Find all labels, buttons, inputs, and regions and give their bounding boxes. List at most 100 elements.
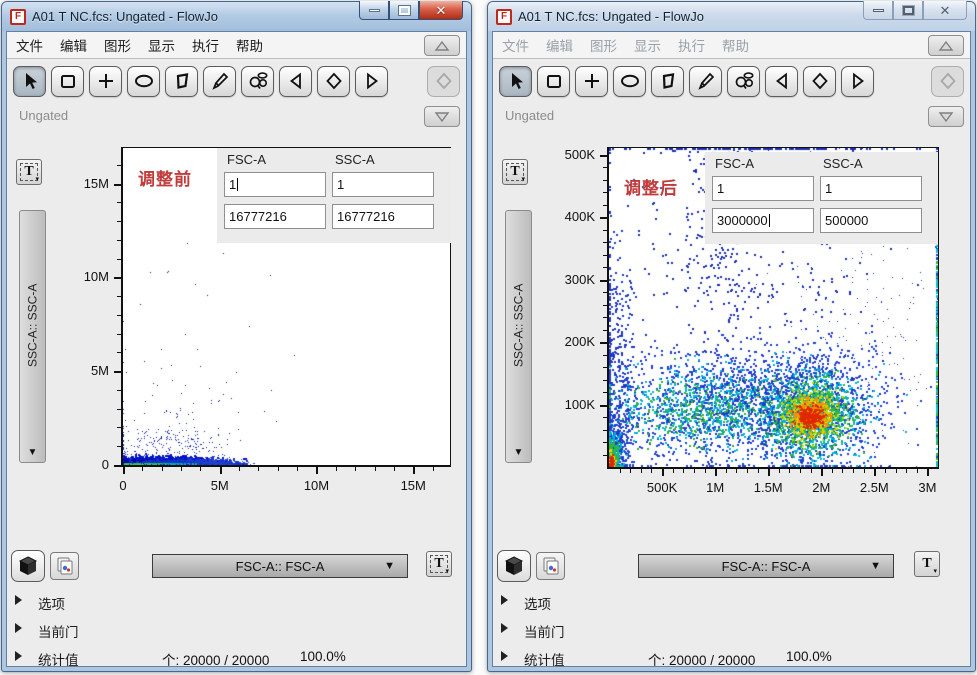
- next-plot-button[interactable]: [841, 66, 874, 97]
- disclosure-triangle-icon[interactable]: [15, 623, 22, 633]
- next-plot-button[interactable]: [355, 66, 388, 97]
- population-label: Ungated: [505, 108, 554, 123]
- range-col-header-ssc: SSC-A: [823, 156, 863, 171]
- x-axis-text-button[interactable]: T▾: [914, 551, 940, 577]
- x-axis-dropdown-arrow-icon: ▼: [870, 560, 881, 572]
- section-current-gate[interactable]: 当前门: [7, 620, 466, 640]
- event-percent: 100.0%: [300, 649, 346, 664]
- diamond-icon: [324, 71, 344, 91]
- plot-type-button[interactable]: [11, 550, 45, 582]
- pencil-gate-icon: [210, 71, 230, 91]
- rectangle-gate-button[interactable]: [537, 66, 570, 97]
- layout-editor-button[interactable]: [50, 552, 79, 580]
- menu-edit[interactable]: 编辑: [60, 35, 87, 55]
- select-cursor-button[interactable]: [13, 66, 46, 97]
- axis-range-table: FSC-A SSC-A 1 1 3000000 500000: [705, 152, 938, 244]
- layout-editor-button[interactable]: [536, 552, 565, 580]
- x-major-tick: [220, 467, 222, 474]
- range-input-fsc-max[interactable]: 3000000: [712, 208, 814, 233]
- y-minor-tick: [603, 355, 607, 356]
- disclosure-triangle-icon[interactable]: [501, 651, 508, 661]
- maximize-button[interactable]: [389, 1, 419, 20]
- x-axis-selector[interactable]: FSC-A:: FSC-A ▼: [638, 554, 894, 578]
- section-current-gate[interactable]: 当前门: [493, 620, 970, 640]
- pencil-gate-button[interactable]: [203, 66, 236, 97]
- y-axis-selector[interactable]: SSC-A:: SSC-A ▼: [505, 210, 532, 463]
- minimize-button[interactable]: [863, 1, 893, 20]
- menu-view[interactable]: 显示: [148, 35, 175, 55]
- section-options[interactable]: 选项: [493, 592, 970, 612]
- range-input-ssc-min[interactable]: 1: [820, 176, 922, 201]
- prev-plot-button[interactable]: [765, 66, 798, 97]
- prev-plot-button[interactable]: [279, 66, 312, 97]
- section-statistics[interactable]: 统计值 个: 20000 / 20000 100.0%: [493, 648, 970, 667]
- diamond-view-button[interactable]: [803, 66, 836, 97]
- menu-view[interactable]: 显示: [634, 35, 661, 55]
- x-axis-selector[interactable]: FSC-A:: FSC-A ▼: [152, 554, 408, 578]
- y-minor-tick: [117, 221, 121, 222]
- menu-edit[interactable]: 编辑: [546, 35, 573, 55]
- x-minor-tick: [142, 467, 143, 471]
- minimize-button[interactable]: [359, 1, 389, 20]
- collapse-up-button[interactable]: [928, 35, 964, 56]
- y-minor-tick: [603, 230, 607, 231]
- x-minor-tick: [832, 469, 833, 473]
- x-minor-tick: [694, 469, 695, 473]
- y-axis-text-button[interactable]: T▾: [16, 159, 42, 185]
- range-input-fsc-max[interactable]: 16777216: [224, 204, 326, 229]
- x-minor-tick: [278, 467, 279, 471]
- x-minor-tick: [620, 469, 621, 473]
- range-input-ssc-max[interactable]: 16777216: [332, 204, 434, 229]
- autogate-button[interactable]: [241, 66, 274, 97]
- menu-graph[interactable]: 图形: [104, 35, 131, 55]
- disclosure-triangle-icon[interactable]: [15, 595, 22, 605]
- y-minor-tick: [603, 455, 607, 456]
- menu-file[interactable]: 文件: [16, 35, 43, 55]
- x-minor-tick: [641, 469, 642, 473]
- range-input-ssc-min[interactable]: 1: [332, 172, 434, 197]
- quad-gate-button[interactable]: [575, 66, 608, 97]
- y-axis-selector[interactable]: SSC-A:: SSC-A ▼: [19, 210, 46, 463]
- range-input-fsc-min[interactable]: 1: [224, 172, 326, 197]
- menu-execute[interactable]: 执行: [678, 35, 705, 55]
- menu-execute[interactable]: 执行: [192, 35, 219, 55]
- menu-graph[interactable]: 图形: [590, 35, 617, 55]
- annotation-text: 调整后: [624, 174, 678, 199]
- range-input-ssc-max[interactable]: 500000: [820, 208, 922, 233]
- cube-icon: [17, 555, 39, 577]
- quad-gate-button[interactable]: [89, 66, 122, 97]
- diamond-view-button[interactable]: [317, 66, 350, 97]
- range-input-fsc-min[interactable]: 1: [712, 176, 814, 201]
- ellipse-gate-button[interactable]: [613, 66, 646, 97]
- collapse-up-button[interactable]: [424, 35, 460, 56]
- disclosure-triangle-icon[interactable]: [501, 623, 508, 633]
- pencil-gate-button[interactable]: [689, 66, 722, 97]
- maximize-button[interactable]: [893, 1, 923, 20]
- collapse-down-button[interactable]: [928, 106, 964, 127]
- x-major-tick: [413, 467, 415, 474]
- section-options[interactable]: 选项: [7, 592, 466, 612]
- autogate-button[interactable]: [727, 66, 760, 97]
- select-cursor-button[interactable]: [499, 66, 532, 97]
- x-minor-tick: [630, 469, 631, 473]
- menu-help[interactable]: 帮助: [236, 35, 263, 55]
- plot-type-button[interactable]: [497, 550, 531, 582]
- rectangle-gate-button[interactable]: [51, 66, 84, 97]
- ellipse-gate-button[interactable]: [127, 66, 160, 97]
- disclosure-triangle-icon[interactable]: [15, 651, 22, 661]
- diamond-disabled-button: [427, 66, 460, 97]
- polygon-gate-button[interactable]: [651, 66, 684, 97]
- window-controls: ✕: [863, 1, 967, 20]
- menu-help[interactable]: 帮助: [722, 35, 749, 55]
- disclosure-triangle-icon[interactable]: [501, 595, 508, 605]
- x-axis-text-button[interactable]: T▾: [426, 551, 452, 577]
- close-button[interactable]: ✕: [419, 1, 463, 20]
- polygon-gate-button[interactable]: [165, 66, 198, 97]
- collapse-down-button[interactable]: [424, 106, 460, 127]
- y-axis-text-button[interactable]: T▾: [502, 159, 528, 185]
- x-minor-tick: [673, 469, 674, 473]
- menu-file[interactable]: 文件: [502, 35, 529, 55]
- close-button[interactable]: ✕: [923, 1, 967, 20]
- y-tick-label: 5M: [67, 363, 109, 378]
- section-statistics[interactable]: 统计值 个: 20000 / 20000 100.0%: [7, 648, 466, 667]
